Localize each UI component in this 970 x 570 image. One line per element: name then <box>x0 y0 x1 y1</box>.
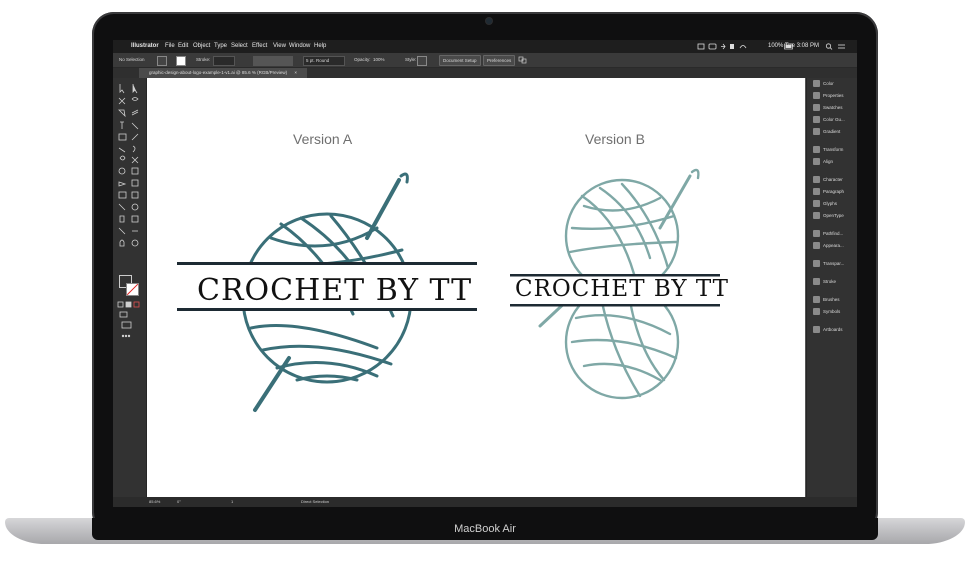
variable-width-field[interactable] <box>253 56 293 66</box>
align-icon <box>813 158 820 166</box>
character-icon <box>813 176 820 184</box>
panel-symbols[interactable]: Symbols <box>813 307 840 317</box>
panel-glyphs[interactable]: Glyphs <box>813 199 837 209</box>
color-icon <box>813 80 820 88</box>
panel-pathfinder[interactable]: Pathfind... <box>813 229 843 239</box>
menu-effect[interactable]: Effect <box>252 40 267 53</box>
version-b-label: Version B <box>585 131 645 147</box>
artboards-icon <box>813 326 820 334</box>
battery-percent[interactable]: 100% <box>768 40 783 53</box>
selection-tool-icon <box>119 84 125 94</box>
panel-brushes[interactable]: Brushes <box>813 295 840 305</box>
panel-color[interactable]: Color <box>813 79 834 89</box>
stroke-icon <box>813 278 820 286</box>
opacity-label: Opacity: <box>354 57 371 62</box>
document-tab-bar: graphic-design-about-logo-example-1-v1.a… <box>113 68 857 78</box>
artboard-canvas[interactable]: Version A Version B CROCHET BY TT CROCHE… <box>147 78 805 497</box>
style-swatch[interactable] <box>417 56 427 66</box>
menu-window[interactable]: Window <box>289 40 310 53</box>
zoom-level[interactable]: 85.6% <box>149 497 160 507</box>
panel-transparency[interactable]: Transpar... <box>813 259 844 269</box>
logo-b-text: CROCHET BY TT <box>515 276 729 302</box>
fill-swatch[interactable] <box>157 56 167 66</box>
menu-file[interactable]: File <box>165 40 175 53</box>
stroke-color-icon[interactable] <box>126 283 139 296</box>
opentype-icon <box>813 212 820 220</box>
menu-object[interactable]: Object <box>193 40 210 53</box>
clock[interactable]: Tue 3:08 PM <box>785 40 819 53</box>
menu-view[interactable]: View <box>273 40 286 53</box>
menu-bar: Illustrator File Edit Object Type Select… <box>113 40 857 53</box>
panel-paragraph[interactable]: Paragraph <box>813 187 844 197</box>
document-tab-label: graphic-design-about-logo-example-1-v1.a… <box>149 70 288 75</box>
menu-app-name[interactable]: Illustrator <box>131 40 159 53</box>
brush-field[interactable]: 5 pt. Round <box>303 56 345 66</box>
tool-icons-lower <box>117 301 140 338</box>
opacity-value[interactable]: 100% <box>373 53 385 67</box>
panel-appearance[interactable]: Appeara... <box>813 241 844 251</box>
glyphs-icon <box>813 200 820 208</box>
screen: Illustrator File Edit Object Type Select… <box>113 40 857 507</box>
menu-help[interactable]: Help <box>314 40 326 53</box>
current-tool: Direct Selection <box>301 499 330 504</box>
menu-type[interactable]: Type <box>214 40 227 53</box>
rotation-value[interactable]: 0° <box>177 497 181 507</box>
properties-icon <box>813 92 820 100</box>
panel-color-guide[interactable]: Color Gu... <box>813 115 845 125</box>
selection-status: No Selection <box>119 57 145 62</box>
paragraph-icon <box>813 188 820 196</box>
style-label: Style: <box>405 57 417 62</box>
control-bar: No Selection Stroke: 5 pt. Round Opacity… <box>113 53 857 68</box>
document-setup-button[interactable]: Document Setup <box>439 55 481 66</box>
swatches-icon <box>813 104 820 112</box>
transparency-icon <box>813 260 820 268</box>
menu-select[interactable]: Select <box>231 40 248 53</box>
panel-swatches[interactable]: Swatches <box>813 103 843 113</box>
panel-artboards[interactable]: Artboards <box>813 325 843 335</box>
transform-icon <box>813 146 820 154</box>
symbols-icon <box>813 308 820 316</box>
panel-properties[interactable]: Properties <box>813 91 844 101</box>
artboard-number[interactable]: 1 <box>231 497 233 507</box>
panel-transform[interactable]: Transform <box>813 145 843 155</box>
panel-align[interactable]: Align <box>813 157 833 167</box>
document-tab[interactable]: graphic-design-about-logo-example-1-v1.a… <box>139 68 308 78</box>
panel-dock: Color Properties Swatches Color Gu... Gr… <box>806 78 857 497</box>
pathfinder-icon <box>813 230 820 238</box>
color-guide-icon <box>813 116 820 124</box>
panel-character[interactable]: Character <box>813 175 843 185</box>
panel-opentype[interactable]: OpenType <box>813 211 844 221</box>
tools-panel <box>113 78 147 497</box>
gradient-icon <box>813 128 820 136</box>
camera-icon <box>486 18 492 24</box>
logo-a-text: CROCHET BY TT <box>197 273 473 308</box>
laptop-brand: MacBook Air <box>454 523 516 535</box>
stroke-weight-field[interactable] <box>213 56 235 66</box>
version-a-label: Version A <box>293 131 353 147</box>
menu-edit[interactable]: Edit <box>178 40 188 53</box>
panel-gradient[interactable]: Gradient <box>813 127 840 137</box>
preferences-button[interactable]: Preferences <box>483 55 516 66</box>
status-bar: 85.6% 0° 1 Direct Selection <box>113 497 857 507</box>
stroke-swatch[interactable] <box>176 56 186 66</box>
brushes-icon <box>813 296 820 304</box>
stroke-label: Stroke: <box>196 57 211 62</box>
close-icon[interactable]: × <box>294 70 297 75</box>
appearance-icon <box>813 242 820 250</box>
panel-stroke[interactable]: Stroke <box>813 277 836 287</box>
